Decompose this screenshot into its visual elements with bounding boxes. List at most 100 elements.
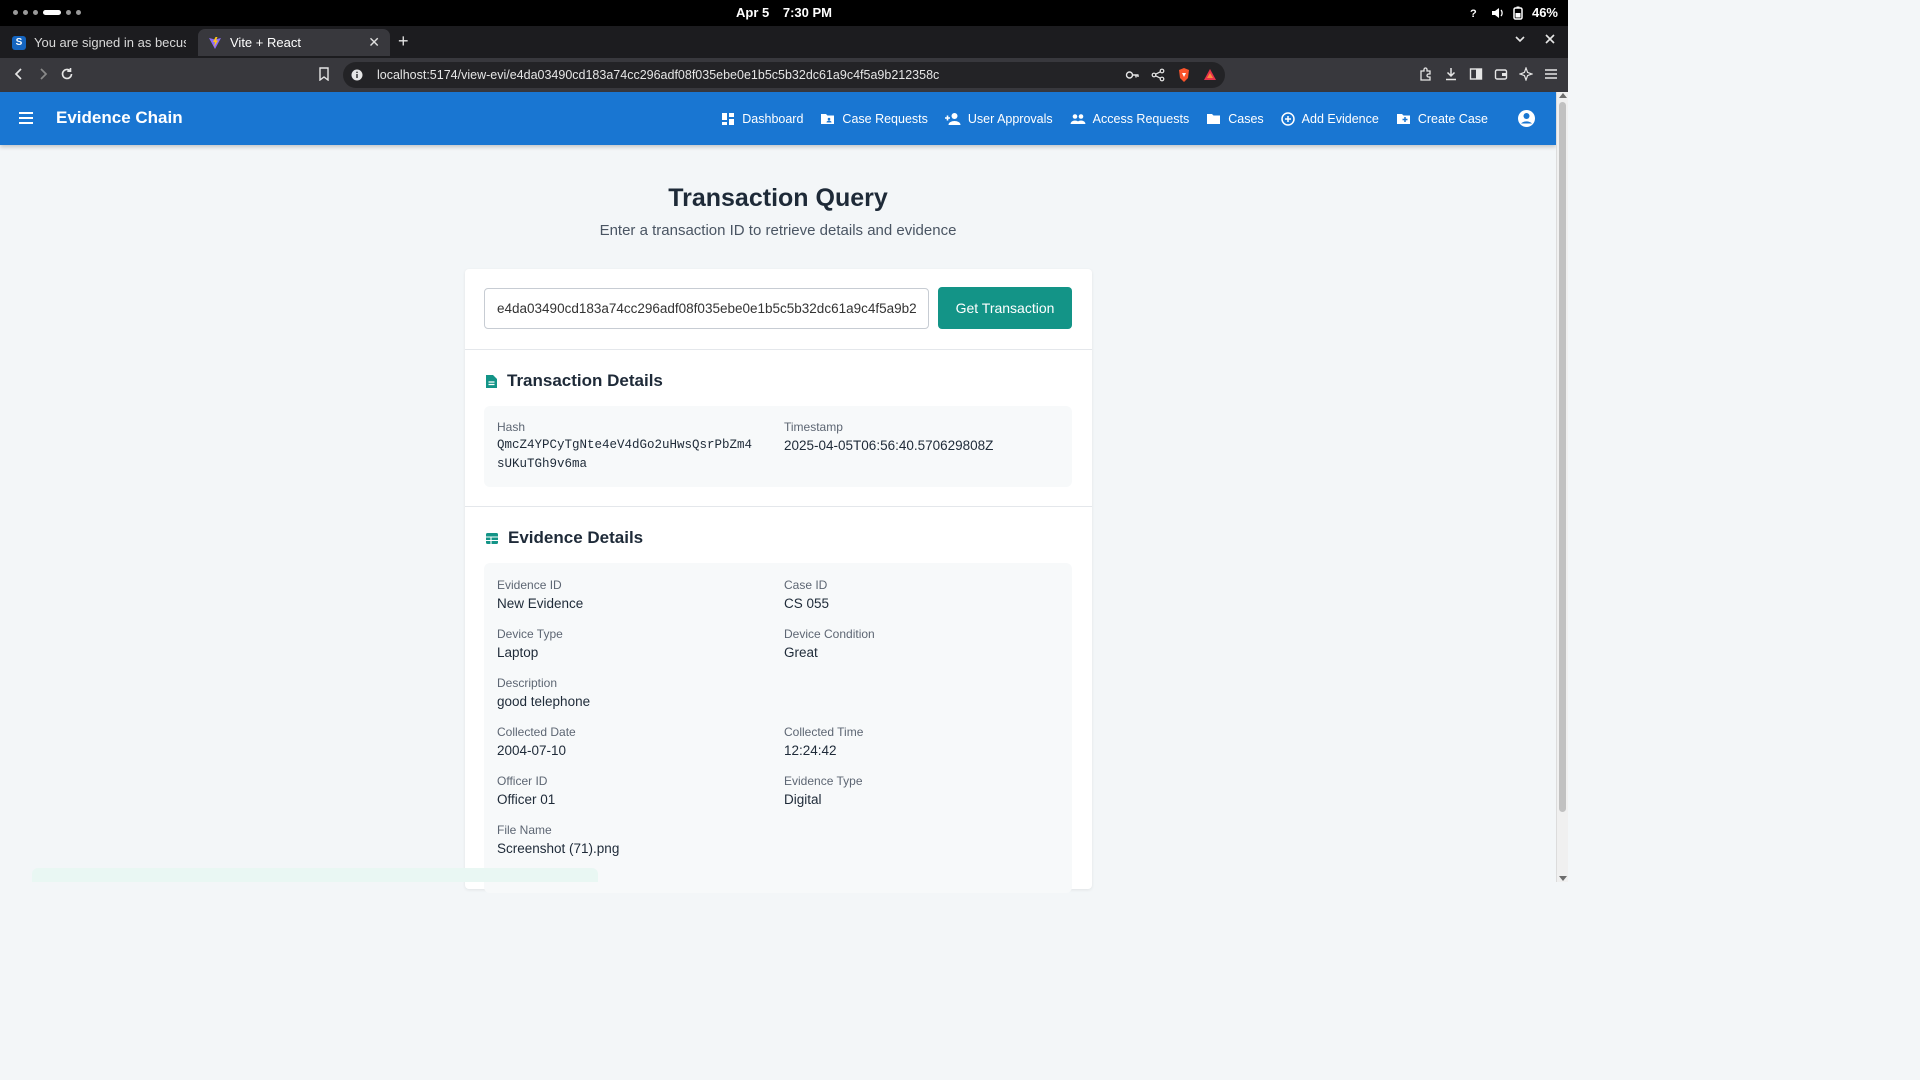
hash-value-line1: QmcZ4YPCyTgNte4eV4dGo2uHwsQsrPbZm4 xyxy=(497,438,753,452)
nav-create-case[interactable]: Create Case xyxy=(1396,112,1488,126)
scroll-down-icon[interactable] xyxy=(1559,876,1567,881)
page-scrollbar[interactable] xyxy=(1556,92,1568,882)
evidence-type-field: Evidence Type Digital xyxy=(784,774,863,808)
create-folder-icon xyxy=(1396,113,1410,124)
device-condition-field: Device Condition Great xyxy=(784,627,875,661)
field-value: 12:24:42 xyxy=(784,743,837,758)
clock[interactable]: Apr 5 7:30 PM xyxy=(0,5,1568,20)
new-tab-icon[interactable]: + xyxy=(398,31,409,52)
transaction-details-heading: Transaction Details xyxy=(485,371,663,391)
extensions-icon[interactable] xyxy=(1419,67,1433,81)
field-value: 2004-07-10 xyxy=(497,743,567,758)
browser-toolbar: localhost:5174/view-evi/e4da03490cd183a7… xyxy=(0,58,1568,92)
page-subtitle: Enter a transaction ID to retrieve detai… xyxy=(599,222,957,239)
dashboard-icon xyxy=(722,112,735,125)
nav-access-requests[interactable]: Access Requests xyxy=(1070,111,1190,126)
transaction-id-input[interactable] xyxy=(484,288,929,329)
field-value: Officer 01 xyxy=(497,792,556,807)
nav-user-approvals[interactable]: User Approvals xyxy=(944,111,1053,126)
sidebar-icon[interactable] xyxy=(1469,67,1483,81)
date-text: Apr 5 xyxy=(736,5,770,20)
nav-links: Dashboard Case Requests User Approvals A… xyxy=(721,92,1556,145)
document-icon xyxy=(486,374,497,388)
browser-tab-vite-react[interactable]: Vite + React ✕ xyxy=(198,29,390,56)
back-icon[interactable] xyxy=(12,67,26,81)
leo-ai-icon[interactable] xyxy=(1519,67,1533,81)
nav-label: Dashboard xyxy=(742,111,804,126)
nav-label: Add Evidence xyxy=(1301,111,1379,126)
share-icon[interactable] xyxy=(1151,68,1165,82)
folder-request-icon xyxy=(821,113,835,124)
field-value: New Evidence xyxy=(497,596,584,611)
field-label: Hash xyxy=(497,420,526,434)
site-favicon-icon: S xyxy=(12,35,26,50)
group-icon xyxy=(1070,113,1086,124)
nav-label: Create Case xyxy=(1417,111,1488,126)
brave-shield-icon[interactable] xyxy=(1177,67,1191,83)
officer-id-field: Officer ID Officer 01 xyxy=(497,774,555,808)
browser-tab-signed-in[interactable]: S You are signed in as becuser xyxy=(2,29,196,56)
app-title[interactable]: Evidence Chain xyxy=(56,108,183,128)
field-value: CS 055 xyxy=(784,596,830,611)
close-window-icon[interactable] xyxy=(1544,33,1556,45)
timestamp-field: Timestamp 2025-04-05T06:56:40.570629808Z xyxy=(784,420,993,454)
scroll-up-icon[interactable] xyxy=(1559,93,1567,98)
wallet-icon[interactable] xyxy=(1494,67,1508,81)
address-bar[interactable]: localhost:5174/view-evi/e4da03490cd183a7… xyxy=(343,62,1225,88)
collected-time-field: Collected Time 12:24:42 xyxy=(784,725,863,759)
nav-dashboard[interactable]: Dashboard xyxy=(721,112,803,126)
nav-cases[interactable]: Cases xyxy=(1206,111,1264,126)
hash-field: Hash QmcZ4YPCyTgNte4eV4dGo2uHwsQsrPbZm4 … xyxy=(497,420,752,474)
time-text: 7:30 PM xyxy=(782,5,832,20)
key-icon[interactable] xyxy=(1125,68,1139,82)
transaction-card: Get Transaction Transaction Details Hash… xyxy=(465,269,1092,893)
nav-label: Access Requests xyxy=(1092,111,1190,126)
field-value: good telephone xyxy=(497,694,591,709)
tab-title: Vite + React xyxy=(230,35,301,50)
brave-rewards-icon[interactable] xyxy=(1203,68,1217,82)
url-text: localhost:5174/view-evi/e4da03490cd183a7… xyxy=(377,68,940,82)
get-transaction-button[interactable]: Get Transaction xyxy=(938,287,1072,329)
field-label: Officer ID xyxy=(497,774,548,788)
field-label: Evidence ID xyxy=(497,578,562,592)
field-label: Device Condition xyxy=(784,627,875,641)
nav-add-evidence[interactable]: Add Evidence xyxy=(1280,111,1379,126)
forward-icon[interactable] xyxy=(36,67,50,81)
table-icon xyxy=(486,532,498,544)
account-circle-icon[interactable] xyxy=(1517,109,1536,128)
nav-label: User Approvals xyxy=(967,111,1053,126)
site-info-icon[interactable] xyxy=(351,69,363,81)
description-field: Description good telephone xyxy=(497,676,590,710)
field-value: Laptop xyxy=(497,645,539,660)
system-status[interactable]: ? 46% xyxy=(1467,5,1558,20)
nav-case-requests[interactable]: Case Requests xyxy=(820,112,928,126)
os-top-bar: Apr 5 7:30 PM ? 46% xyxy=(0,0,1568,26)
chevron-down-icon[interactable] xyxy=(1514,33,1526,45)
file-name-field: File Name Screenshot (71).png xyxy=(497,823,619,857)
vite-logo-icon xyxy=(209,36,221,49)
scroll-thumb[interactable] xyxy=(1559,102,1566,812)
bookmark-icon[interactable] xyxy=(318,67,330,81)
field-label: Timestamp xyxy=(784,420,843,434)
field-value: Digital xyxy=(784,792,822,807)
download-icon[interactable] xyxy=(1444,67,1458,81)
transaction-details-panel: Hash QmcZ4YPCyTgNte4eV4dGo2uHwsQsrPbZm4 … xyxy=(484,406,1072,487)
hamburger-menu-icon[interactable] xyxy=(17,109,35,127)
timestamp-value: 2025-04-05T06:56:40.570629808Z xyxy=(784,438,994,453)
evidence-details-panel: Evidence ID New Evidence Case ID CS 055 … xyxy=(484,563,1072,893)
close-tab-icon[interactable]: ✕ xyxy=(368,34,380,51)
browser-menu-icon[interactable] xyxy=(1544,67,1558,81)
device-type-field: Device Type Laptop xyxy=(497,627,563,661)
tab-title: You are signed in as becuser xyxy=(34,35,186,50)
browser-tab-strip: S You are signed in as becuser Vite + Re… xyxy=(0,26,1568,58)
person-add-icon xyxy=(944,112,961,125)
reload-icon[interactable] xyxy=(60,67,74,81)
divider xyxy=(465,506,1092,507)
field-label: Case ID xyxy=(784,578,828,592)
nav-label: Cases xyxy=(1228,111,1264,126)
field-value: Great xyxy=(784,645,818,660)
field-label: Collected Date xyxy=(497,725,576,739)
field-value: Screenshot (71).png xyxy=(497,841,620,856)
section-title-text: Transaction Details xyxy=(507,371,663,390)
wifi-question-icon: ? xyxy=(1470,8,1477,20)
